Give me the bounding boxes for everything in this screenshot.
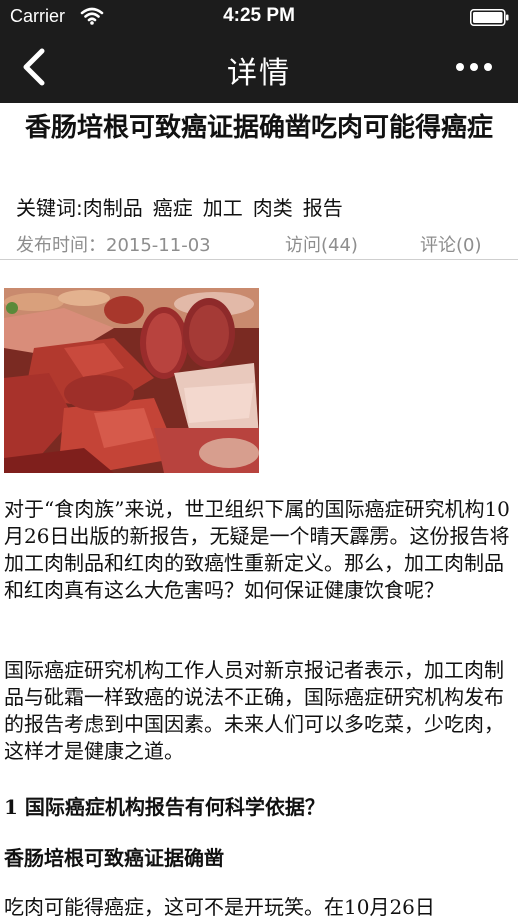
keyword-tag[interactable]: 癌症 <box>153 196 193 220</box>
meat-products-photo <box>4 288 259 473</box>
article-header: 香肠培根可致癌证据确凿吃肉可能得癌症 关键词:肉制品 癌症 加工 肉类 报告 发布时间：… <box>0 103 518 260</box>
article-paragraph: 国际癌症研究机构工作人员对新京报记者表示，加工肉制品与砒霜一样致癌的说法不正确，… <box>4 658 504 763</box>
keywords-row: 关键词:肉制品 癌症 加工 肉类 报告 <box>16 192 353 221</box>
navigation-bar: 详情 <box>0 34 518 103</box>
keyword-tag[interactable]: 加工 <box>203 196 243 220</box>
nav-title: 详情 <box>227 56 291 91</box>
article-paragraph: 吃肉可能得癌症，这可不是开玩笑。在10月26日 <box>4 895 435 919</box>
keyword-tag[interactable]: 报告 <box>303 196 343 220</box>
more-options-icon[interactable] <box>452 55 496 79</box>
section-heading: 1 国际癌症机构报告有何科学依据？ <box>4 795 325 819</box>
top-bar: Carrier 4:25 PM 详情 <box>0 0 518 103</box>
comment-count[interactable]: 评论(0) <box>420 231 482 257</box>
keyword-tag[interactable]: 肉类 <box>253 196 293 220</box>
section-heading: 香肠培根可致癌证据确凿 <box>4 846 224 870</box>
battery-icon <box>470 9 509 26</box>
clock: 4:25 PM <box>223 5 295 26</box>
article-paragraph: 对于“食肉族”来说，世卫组织下属的国际癌症研究机构10月26日出版的新报告，无疑… <box>4 497 510 602</box>
keywords-label: 关键词: <box>16 196 83 220</box>
status-bar: Carrier 4:25 PM <box>0 0 518 34</box>
visit-count: 访问(44) <box>285 235 358 256</box>
publish-time: 发布时间：2015-11-03 <box>16 235 211 256</box>
article-title: 香肠培根可致癌证据确凿吃肉可能得癌症 <box>24 113 493 143</box>
keyword-tag[interactable]: 肉制品 <box>83 196 143 220</box>
